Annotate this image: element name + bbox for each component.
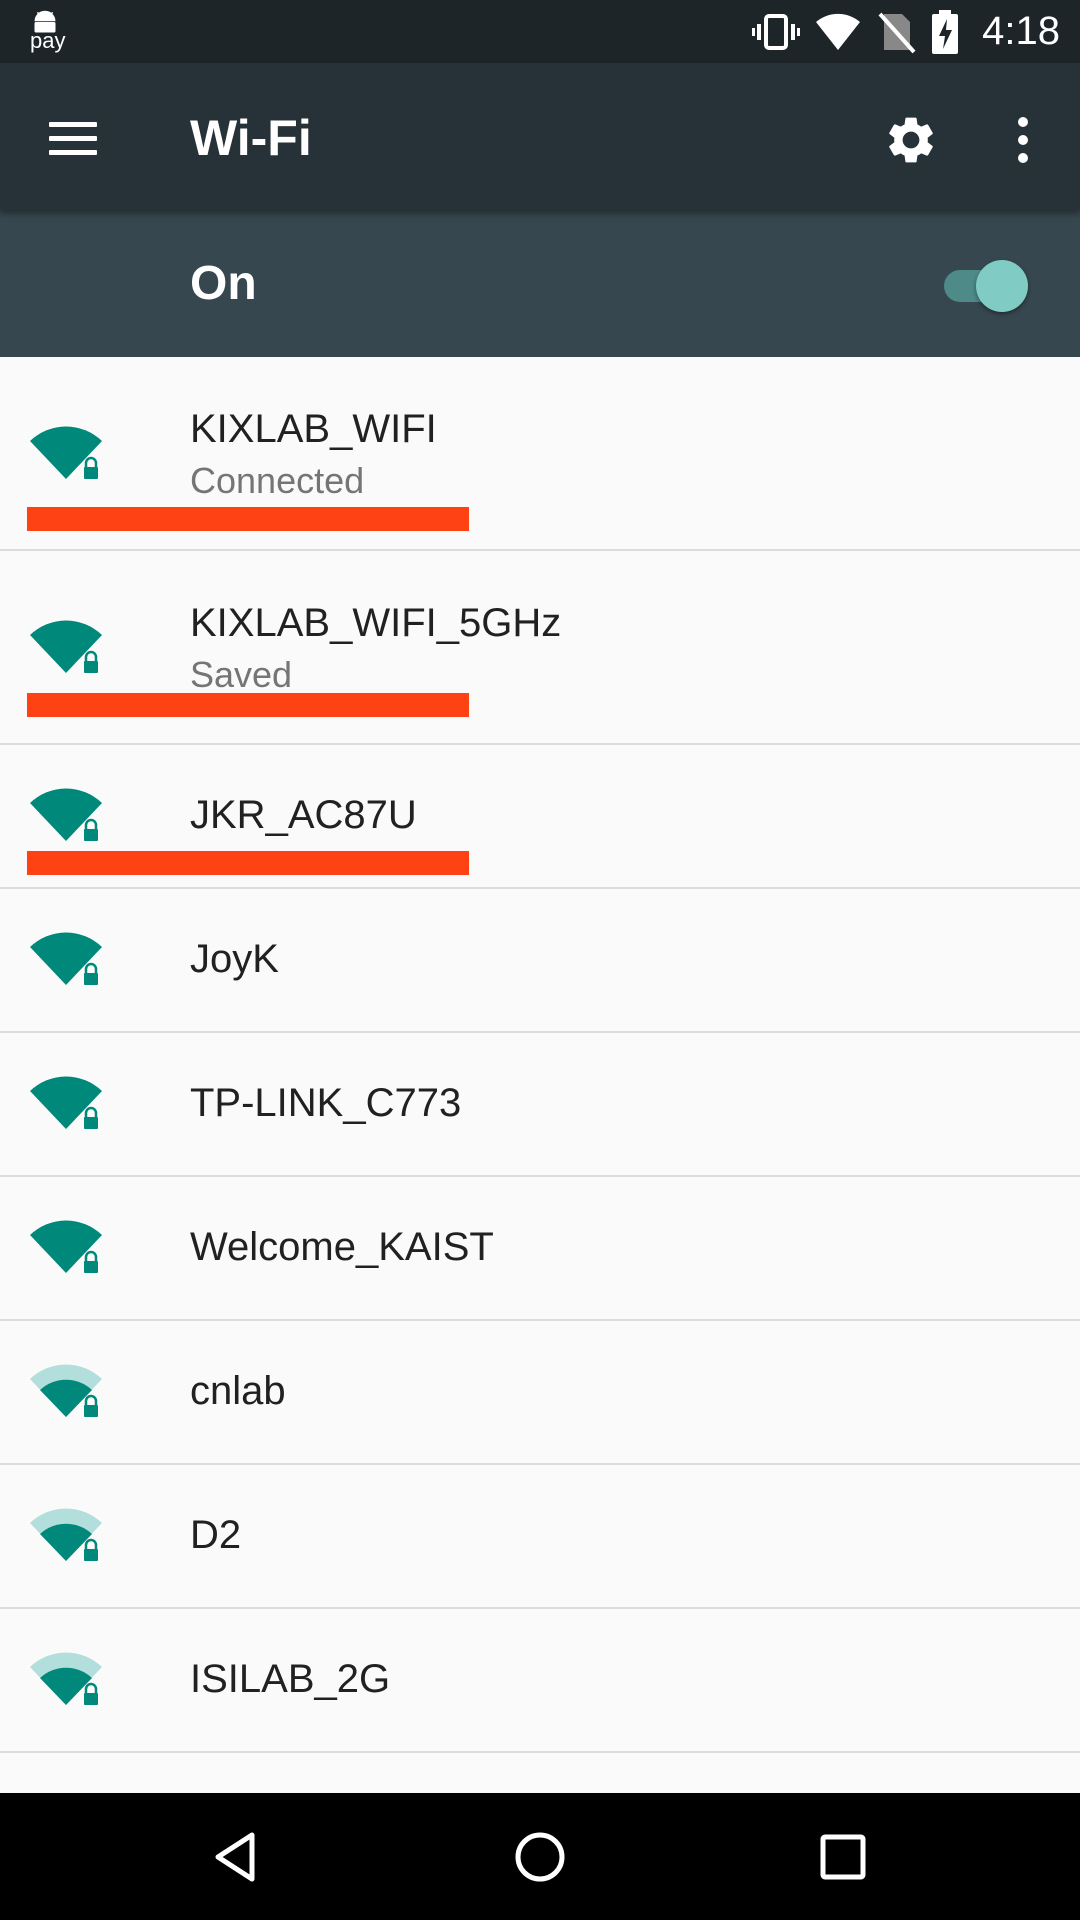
network-ssid: JoyK	[190, 937, 279, 981]
wifi-lock-icon	[30, 1508, 102, 1561]
wifi-lock-icon	[30, 932, 102, 985]
vibrate-icon	[752, 13, 801, 50]
status-bar: pay 4:18	[0, 0, 1080, 63]
wifi-lock-icon	[30, 1220, 102, 1273]
network-row[interactable]: JKR_AC87U	[0, 745, 1080, 889]
wifi-lock-icon	[30, 1652, 102, 1705]
more-vert-icon	[1018, 117, 1028, 127]
wifi-lock-icon	[30, 1076, 102, 1129]
network-ssid: KIXLAB_WIFI_5GHz	[190, 601, 562, 645]
highlight-bar	[27, 693, 469, 717]
battery-charging-icon	[932, 9, 959, 54]
network-row[interactable]: TP-LINK_C773	[0, 1033, 1080, 1177]
network-row[interactable]: cnlab	[0, 1321, 1080, 1465]
status-time: 4:18	[982, 9, 1060, 53]
back-icon	[215, 1832, 255, 1882]
home-icon	[515, 1832, 565, 1882]
network-ssid: ISILAB_2G	[190, 1657, 391, 1701]
wifi-lock-icon	[30, 426, 102, 479]
menu-button[interactable]	[36, 103, 110, 173]
network-row[interactable]: Welcome_KAIST	[0, 1177, 1080, 1321]
network-list: KIXLAB_WIFI Connected KIXLAB_WIFI_5GHz S…	[0, 357, 1080, 1753]
network-row[interactable]: ISILAB_2G	[0, 1609, 1080, 1753]
network-ssid: KIXLAB_WIFI	[190, 407, 437, 451]
network-status: Saved	[190, 654, 293, 695]
recents-button[interactable]	[807, 1821, 879, 1893]
back-button[interactable]	[200, 1821, 272, 1893]
network-ssid: cnlab	[190, 1369, 286, 1413]
wifi-signal-icon	[816, 13, 861, 50]
settings-button[interactable]	[876, 105, 946, 175]
highlight-bar	[27, 851, 469, 875]
network-row[interactable]: KIXLAB_WIFI_5GHz Saved	[0, 551, 1080, 745]
toolbar: Wi-Fi	[0, 63, 1080, 210]
network-status: Connected	[190, 460, 365, 501]
gear-icon	[889, 117, 933, 163]
wifi-lock-icon	[30, 1364, 102, 1417]
pay-label: pay	[30, 28, 66, 53]
recents-icon	[820, 1834, 866, 1880]
home-button[interactable]	[504, 1821, 576, 1893]
network-ssid: TP-LINK_C773	[190, 1081, 462, 1125]
network-row[interactable]: KIXLAB_WIFI Connected	[0, 357, 1080, 551]
page-title: Wi-Fi	[190, 110, 312, 166]
wifi-switch-label: On	[190, 257, 257, 310]
wifi-switch-bar[interactable]: On	[0, 210, 1080, 357]
network-row[interactable]: D2	[0, 1465, 1080, 1609]
no-sim-icon	[878, 12, 916, 53]
wifi-toggle[interactable]	[944, 260, 1030, 312]
navigation-bar	[0, 1793, 1080, 1920]
network-ssid: D2	[190, 1513, 242, 1557]
highlight-bar	[27, 507, 469, 531]
network-ssid: JKR_AC87U	[190, 793, 417, 837]
network-row[interactable]: JoyK	[0, 889, 1080, 1033]
wifi-lock-icon	[30, 620, 102, 673]
wifi-lock-icon	[30, 788, 102, 841]
toggle-thumb	[976, 260, 1028, 312]
more-options-button[interactable]	[988, 105, 1058, 175]
network-ssid: Welcome_KAIST	[190, 1225, 494, 1269]
menu-icon	[49, 121, 97, 127]
